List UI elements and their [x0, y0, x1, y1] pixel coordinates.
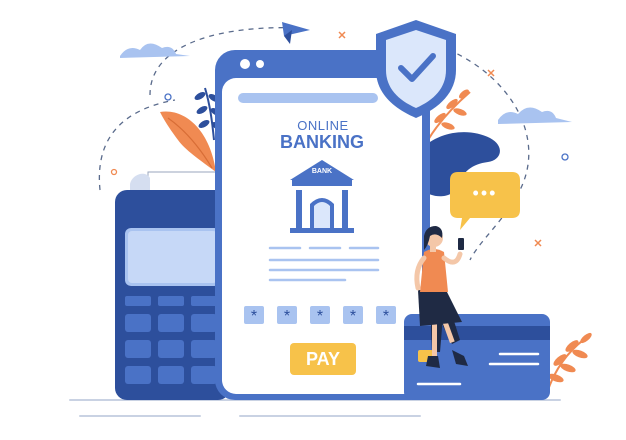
online-banking-illustration: ONLINE BANKING BANK * * * * * PAY •••: [0, 0, 626, 440]
ground-lines: [69, 399, 561, 417]
chat-bubble-dots: •••: [472, 183, 498, 203]
credit-card: [404, 314, 550, 400]
bank-sign-label: BANK: [311, 168, 333, 175]
pin-char-3: *: [316, 308, 324, 325]
orange-plant-right-bottom: [547, 332, 592, 391]
payment-terminal: [115, 171, 230, 400]
pin-char-2: *: [283, 308, 291, 325]
pin-char-1: *: [250, 308, 258, 325]
online-heading: ONLINE: [297, 118, 349, 133]
pin-char-5: *: [382, 308, 390, 325]
pin-char-4: *: [349, 308, 357, 325]
banking-heading: BANKING: [280, 132, 364, 152]
paper-plane-icon: [282, 22, 310, 44]
pay-button[interactable]: PAY: [290, 343, 356, 375]
